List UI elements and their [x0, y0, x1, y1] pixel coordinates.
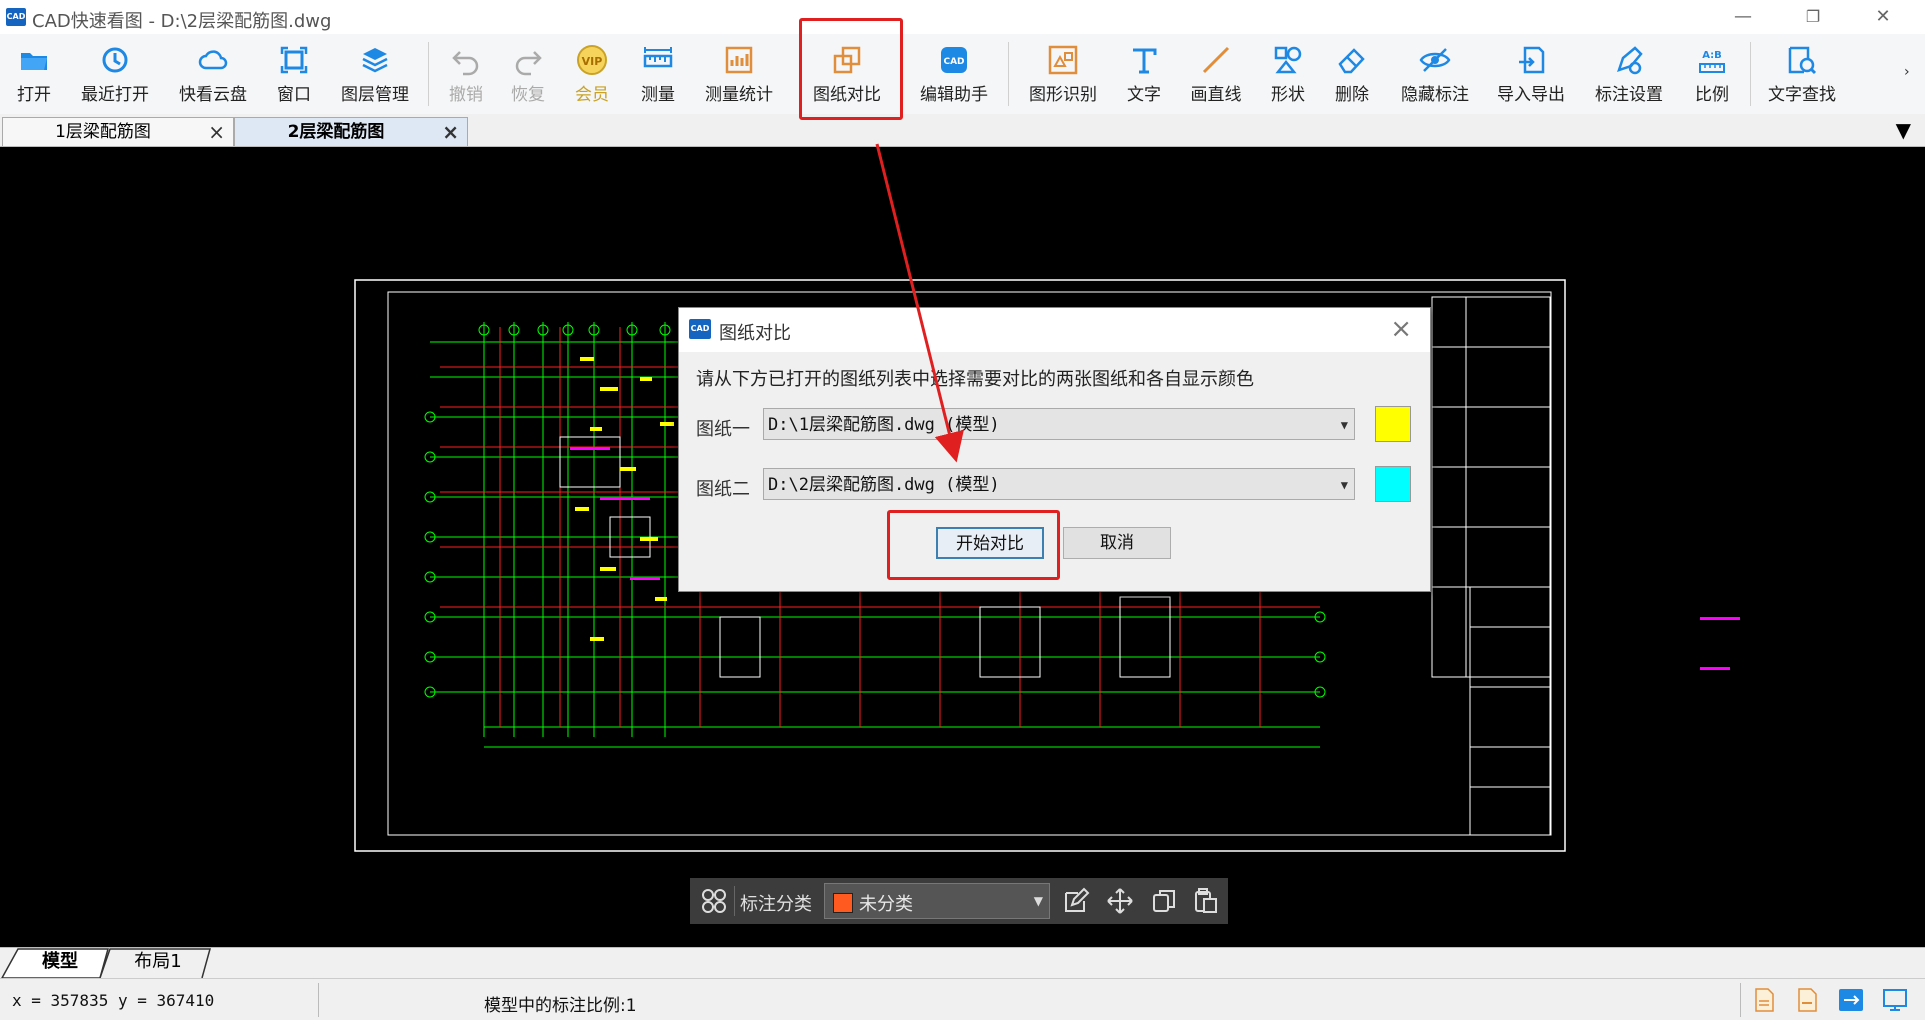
move-icon[interactable]: [1106, 887, 1134, 915]
cursor-coordinates: x = 357835 y = 367410: [12, 991, 215, 1010]
annotation-category-label: 标注分类: [740, 894, 812, 915]
copy-icon[interactable]: [1150, 887, 1178, 915]
annotation-category-select[interactable]: 未分类 ▼: [824, 883, 1050, 919]
status-bar: x = 357835 y = 367410 模型中的标注比例:1: [0, 978, 1925, 1020]
toolbar-divider: [734, 886, 735, 916]
screen-icon[interactable]: [1882, 987, 1908, 1013]
category-color-swatch: [833, 893, 853, 913]
layout-tab-model[interactable]: 模型: [20, 948, 100, 976]
layout-tabbar: 模型 布局1: [0, 947, 1925, 978]
edit-annotation-icon[interactable]: [1062, 887, 1090, 915]
status-divider: [318, 983, 319, 1017]
layout-tab-layout1[interactable]: 布局1: [112, 948, 204, 976]
status-divider: [1740, 983, 1741, 1017]
grid-icon[interactable]: [700, 887, 728, 915]
annotation-toolbar: 标注分类 未分类 ▼: [690, 878, 1228, 924]
annotation-scale-text: 模型中的标注比例:1: [484, 996, 637, 1016]
annotation-category-value: 未分类: [859, 894, 913, 915]
ptod-icon[interactable]: [1838, 987, 1864, 1013]
highlight-arrow: [875, 143, 964, 463]
paste-icon[interactable]: [1192, 887, 1220, 915]
chevron-down-icon: ▼: [1033, 894, 1043, 908]
pdf-icon[interactable]: [1794, 987, 1820, 1013]
export-pdf-icon[interactable]: [1751, 987, 1777, 1013]
